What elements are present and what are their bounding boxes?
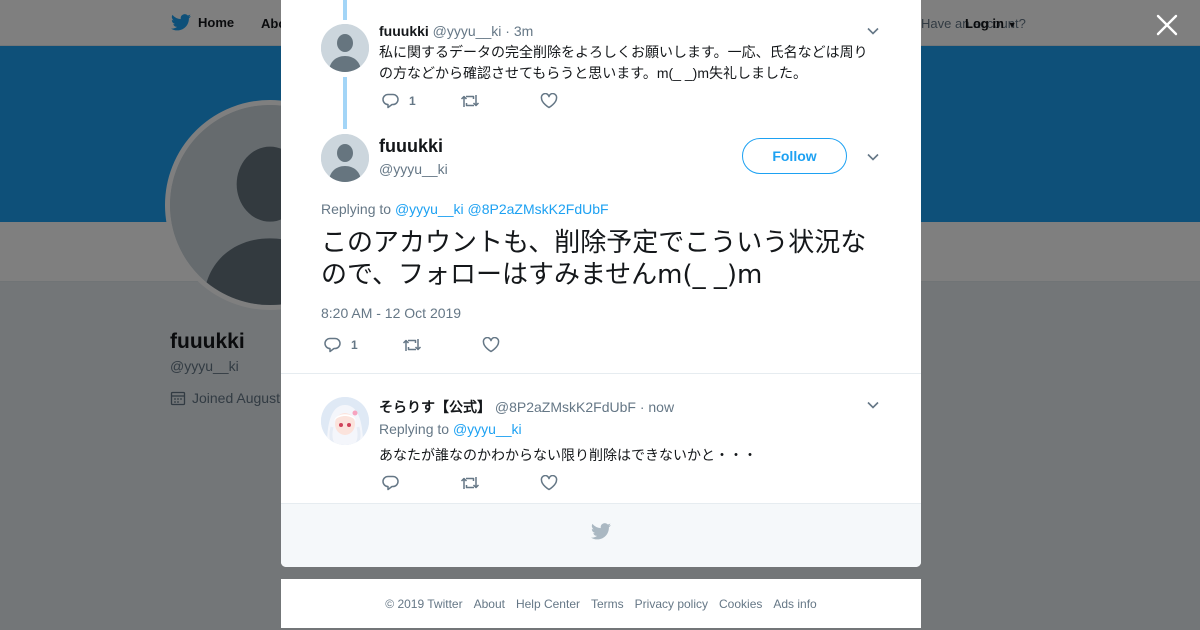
retweet-icon: [460, 477, 480, 489]
tweet-author-name[interactable]: fuuukki: [379, 136, 443, 157]
avatar[interactable]: [321, 397, 369, 445]
default-avatar-icon: [321, 24, 369, 72]
reply-icon: [324, 337, 341, 353]
close-icon: [1156, 14, 1178, 36]
tweet-actions: 1: [382, 93, 558, 109]
tweet-time-separator: ·: [505, 23, 510, 39]
tweet-author-name[interactable]: そらりす【公式】: [379, 399, 491, 415]
thread-connector-line: [343, 0, 347, 20]
avatar[interactable]: [321, 134, 369, 182]
footer-link-privacy-policy[interactable]: Privacy policy: [635, 597, 708, 611]
reply-count: 1: [351, 338, 358, 352]
default-avatar-icon: [321, 134, 369, 182]
tweet-header: そらりす【公式】 @8P2aZMskK2FdUbF · now: [379, 397, 674, 417]
reply-icon: [382, 475, 399, 491]
tweet-text: 私に関するデータの完全削除をよろしくお願いします。一応、氏名などは周りの方などか…: [379, 44, 868, 81]
divider: [281, 373, 921, 374]
tweet-time[interactable]: now: [648, 399, 674, 415]
tweet-author-handle[interactable]: @yyyu__ki: [379, 161, 448, 177]
chevron-down-icon[interactable]: [866, 24, 880, 38]
close-button[interactable]: [1154, 12, 1180, 38]
chevron-down-icon[interactable]: [866, 150, 880, 164]
copyright-text: © 2019 Twitter: [385, 596, 463, 611]
footer-link-cookies[interactable]: Cookies: [719, 597, 762, 611]
tweet-text: このアカウントも、削除予定でこういう状況なので、フォローはすみませんm(_ _)…: [321, 228, 867, 290]
tweet-time[interactable]: 3m: [514, 23, 533, 39]
tweet-author-handle[interactable]: @yyyu__ki: [433, 23, 502, 39]
retweet-icon: [460, 95, 480, 107]
thread-connector-line: [343, 77, 347, 129]
avatar[interactable]: [321, 24, 369, 72]
heart-icon: [540, 475, 558, 491]
footer-link-about[interactable]: About: [474, 597, 505, 611]
tweet-author-handle[interactable]: @8P2aZMskK2FdUbF: [495, 399, 636, 415]
chevron-down-icon[interactable]: [866, 398, 880, 412]
follow-button[interactable]: Follow: [742, 138, 847, 174]
retweet-button[interactable]: [460, 93, 540, 109]
tweet-timestamp[interactable]: 8:20 AM - 12 Oct 2019: [321, 305, 461, 321]
footer-link-ads-info[interactable]: Ads info: [773, 597, 816, 611]
reply-count: 1: [409, 94, 416, 108]
footer-link-terms[interactable]: Terms: [591, 597, 624, 611]
replying-to-mention[interactable]: @yyyu__ki: [395, 201, 464, 217]
tweet-author-name[interactable]: fuuukki: [379, 23, 429, 39]
like-button[interactable]: [540, 475, 558, 491]
twitter-bird-icon: [591, 523, 611, 540]
replying-to-label: Replying to: [379, 421, 450, 437]
tweet-actions: 1: [324, 337, 500, 353]
heart-icon: [482, 337, 500, 353]
tweet-actions: [382, 475, 558, 491]
footer-link-help-center[interactable]: Help Center: [516, 597, 580, 611]
replying-to-label: Replying to: [321, 201, 392, 217]
like-button[interactable]: [540, 93, 558, 109]
replying-to-line: Replying to @yyyu__ki @8P2aZMskK2FdUbF: [321, 201, 609, 217]
retweet-button[interactable]: [460, 475, 540, 491]
replying-to-mention[interactable]: @8P2aZMskK2FdUbF: [468, 201, 609, 217]
modal-footer: [281, 503, 921, 567]
retweet-button[interactable]: [402, 337, 482, 353]
reply-button[interactable]: [382, 475, 460, 491]
replying-to-mention[interactable]: @yyyu__ki: [453, 421, 522, 437]
tweet-header: fuuukki @yyyu__ki · 3m: [379, 23, 533, 39]
tweet-permalink-modal: fuuukki @yyyu__ki · 3m 私に関するデータの完全削除をよろし…: [281, 0, 921, 567]
anime-character-avatar-icon: [321, 397, 369, 445]
like-button[interactable]: [482, 337, 500, 353]
tweet-text: あなたが誰なのかわからない限り削除はできないかと・・・: [379, 447, 757, 463]
reply-button[interactable]: 1: [382, 93, 460, 109]
reply-button[interactable]: 1: [324, 337, 402, 353]
replying-to-line: Replying to @yyyu__ki: [379, 421, 522, 437]
heart-icon: [540, 93, 558, 109]
retweet-icon: [402, 339, 422, 351]
reply-icon: [382, 93, 399, 109]
tweet-time-separator: ·: [639, 399, 645, 415]
site-footer: © 2019 Twitter About Help Center Terms P…: [281, 579, 921, 628]
